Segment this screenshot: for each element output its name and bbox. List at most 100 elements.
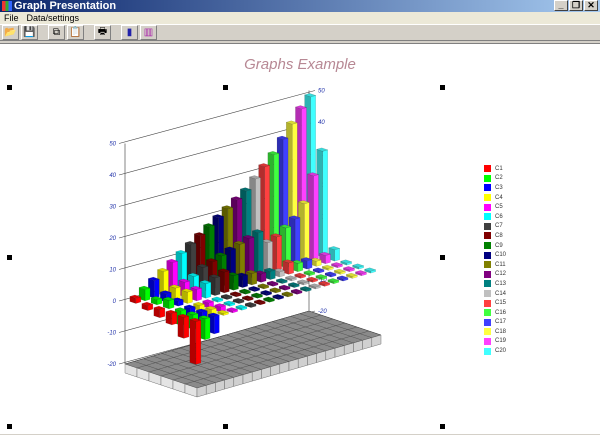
- copy-button[interactable]: ⧉: [48, 25, 65, 40]
- legend-item: C5: [484, 202, 506, 212]
- minimize-button[interactable]: _: [554, 0, 568, 11]
- close-button[interactable]: ✕: [584, 0, 598, 11]
- print-icon: 🖶: [97, 26, 108, 37]
- legend-label: C13: [495, 280, 507, 287]
- legend-label: C12: [495, 271, 507, 278]
- legend-swatch: [484, 174, 491, 182]
- bar-face: [306, 259, 313, 270]
- y-tick-label-left: -10: [107, 331, 116, 337]
- toolbar: 📂 💾 ⧉ 📋 🖶 ▮ ▥: [0, 24, 600, 41]
- legend-swatch: [484, 194, 491, 202]
- y-tick-label-left: 40: [109, 173, 116, 179]
- bar-C1: [165, 309, 178, 326]
- save-button[interactable]: 💾: [21, 25, 38, 40]
- legend-label: C19: [495, 338, 507, 345]
- bar-face: [270, 269, 276, 280]
- bar-face: [165, 311, 172, 326]
- bar-face: [195, 319, 202, 365]
- legend-item: C4: [484, 193, 506, 203]
- bar-chart-3d-icon: ▮: [126, 27, 133, 38]
- legend-item: C19: [484, 337, 506, 347]
- menu-file[interactable]: File: [4, 12, 19, 24]
- print-button[interactable]: 🖶: [94, 25, 111, 40]
- bar-face: [325, 253, 331, 264]
- window-title: Graph Presentation: [14, 0, 117, 12]
- bar-face: [189, 319, 196, 365]
- legend-swatch: [484, 251, 491, 259]
- legend-swatch: [484, 213, 491, 221]
- legend-swatch: [484, 165, 491, 173]
- legend-swatch: [484, 280, 491, 288]
- bar-chart-3d: 5050404030302020101000-10-10-20-20: [107, 89, 382, 398]
- legend-item: C16: [484, 308, 506, 318]
- bar-face: [322, 149, 328, 258]
- legend-swatch: [484, 299, 491, 307]
- y-tick-label-left: 0: [113, 299, 117, 305]
- maximize-button[interactable]: ❐: [569, 0, 583, 11]
- legend-item: C14: [484, 289, 506, 299]
- bar-face: [251, 271, 258, 286]
- legend-label: C10: [495, 252, 507, 259]
- bar-face: [214, 276, 221, 296]
- bar-chart-3d-button[interactable]: ▮: [121, 25, 138, 40]
- y-tick-label-right: 40: [318, 120, 325, 126]
- paste-button[interactable]: 📋: [67, 25, 84, 40]
- legend-item: C18: [484, 327, 506, 337]
- legend-swatch: [484, 242, 491, 250]
- legend-item: C17: [484, 318, 506, 328]
- gridline: [118, 90, 316, 144]
- bar-face: [177, 315, 184, 339]
- legend-label: C7: [495, 223, 503, 230]
- bar-face: [294, 217, 301, 266]
- legend-item: C3: [484, 183, 506, 193]
- bar-face: [297, 261, 304, 272]
- bar-chart-button[interactable]: ▥: [140, 25, 157, 40]
- bar-face: [242, 274, 248, 288]
- legend-swatch: [484, 318, 491, 326]
- title-bar: Graph Presentation _ ❐ ✕: [0, 0, 600, 12]
- menu-data-settings[interactable]: Data/settings: [27, 12, 80, 24]
- legend-swatch: [484, 347, 491, 355]
- copy-icon: ⧉: [52, 27, 61, 38]
- legend-swatch: [484, 184, 491, 192]
- legend-swatch: [484, 270, 491, 278]
- open-button[interactable]: 📂: [2, 25, 19, 40]
- bar-face: [168, 298, 175, 310]
- legend-label: C9: [495, 242, 503, 249]
- bar-face: [276, 235, 282, 271]
- legend-swatch: [484, 222, 491, 230]
- legend-item: C1: [484, 164, 506, 174]
- bar-C1: [177, 313, 190, 339]
- bar-chart-icon: ▥: [143, 27, 154, 38]
- legend-swatch: [484, 309, 491, 317]
- legend-label: C4: [495, 194, 503, 201]
- bar-face: [334, 248, 340, 262]
- legend-swatch: [484, 328, 491, 336]
- legend-label: C15: [495, 300, 507, 307]
- legend: C1 C2 C3 C4 C5 C6 C7 C8 C9 C10 C11 C12 C13 C14 C15 C16 C…: [484, 164, 506, 356]
- legend-label: C16: [495, 309, 507, 316]
- legend-label: C18: [495, 328, 507, 335]
- bar-C1: [189, 317, 202, 365]
- legend-label: C8: [495, 232, 503, 239]
- app-icon: [2, 1, 12, 11]
- legend-item: C12: [484, 270, 506, 280]
- legend-label: C6: [495, 213, 503, 220]
- legend-item: C15: [484, 298, 506, 308]
- bar-face: [171, 311, 178, 326]
- bar-face: [187, 290, 193, 304]
- legend-item: C6: [484, 212, 506, 222]
- bar-face: [258, 231, 264, 276]
- bar-face: [183, 315, 190, 339]
- bar-face: [313, 174, 319, 260]
- bar-face: [233, 274, 239, 291]
- legend-label: C1: [495, 165, 503, 172]
- legend-item: C11: [484, 260, 506, 270]
- save-icon: 💾: [23, 27, 36, 38]
- y-tick-label-right: 50: [318, 89, 325, 95]
- open-icon: 📂: [4, 27, 17, 38]
- legend-swatch: [484, 203, 491, 211]
- bar-C1: [153, 305, 166, 318]
- y-tick-label-left: 20: [108, 236, 116, 242]
- legend-swatch: [484, 261, 491, 269]
